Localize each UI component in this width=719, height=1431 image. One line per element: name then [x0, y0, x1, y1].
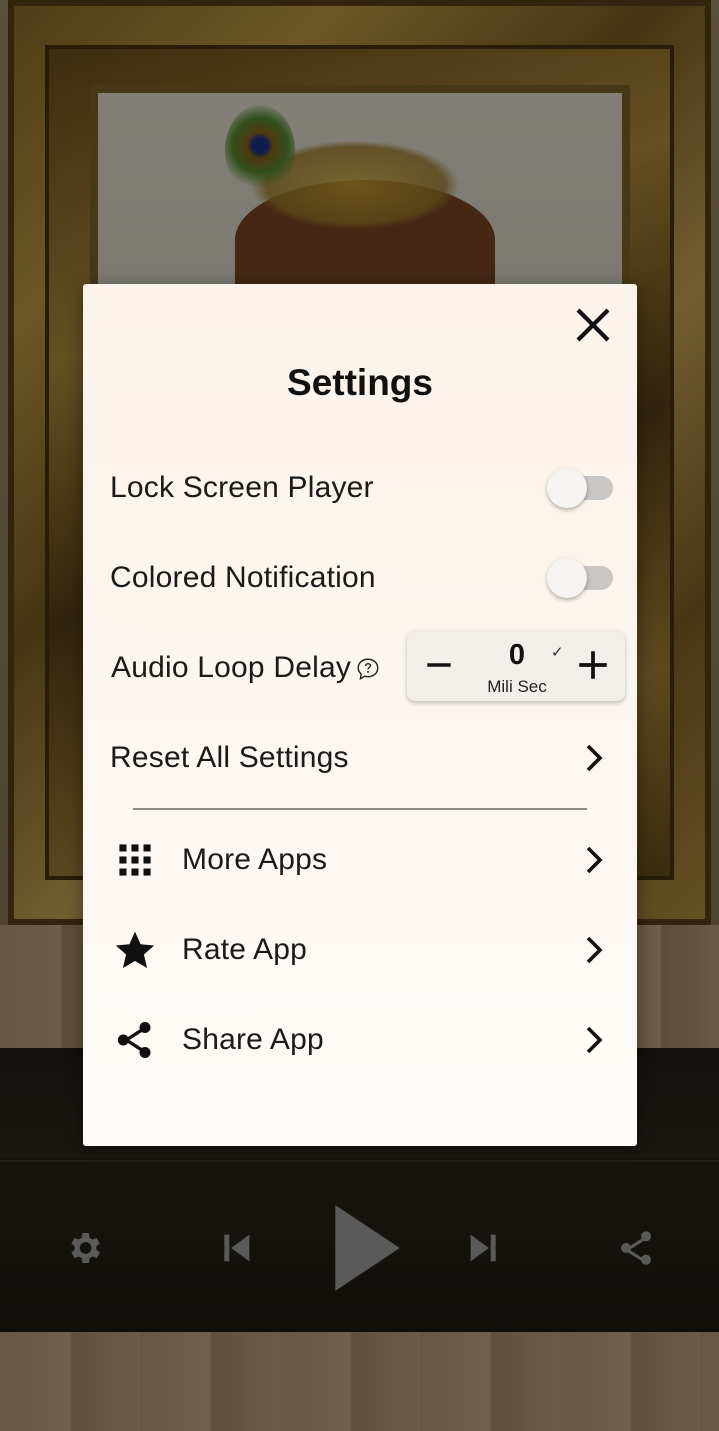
- increment-button[interactable]: [571, 643, 615, 687]
- colored-notification-toggle[interactable]: [547, 558, 617, 598]
- delay-unit: Mili Sec: [487, 677, 547, 696]
- share-app-row[interactable]: Share App: [110, 1010, 610, 1070]
- colored-notification-label: Colored Notification: [110, 561, 376, 594]
- reset-all-settings-label: Reset All Settings: [110, 741, 349, 774]
- decrement-button[interactable]: [417, 643, 461, 687]
- rate-app-row[interactable]: Rate App: [110, 920, 610, 980]
- more-apps-label: More Apps: [182, 843, 328, 876]
- chevron-right-icon: [578, 840, 610, 880]
- audio-loop-delay-label: Audio Loop Delay: [111, 651, 352, 684]
- lock-screen-player-label: Lock Screen Player: [110, 471, 374, 504]
- rate-app-label: Rate App: [182, 933, 308, 966]
- star-icon: [114, 929, 156, 971]
- colored-notification-row: Colored Notification: [110, 548, 613, 608]
- chevron-right-icon: [578, 1020, 610, 1060]
- lock-screen-player-toggle[interactable]: [547, 468, 617, 508]
- chevron-right-icon: [578, 930, 610, 970]
- dialog-title: Settings: [287, 362, 433, 403]
- audio-loop-delay-stepper: 0 ✓ Mili Sec: [407, 631, 625, 701]
- close-icon[interactable]: [567, 302, 619, 348]
- reset-all-settings-row[interactable]: Reset All Settings: [110, 728, 610, 788]
- toggle-thumb: [547, 468, 587, 508]
- toggle-thumb: [547, 558, 587, 598]
- grid-icon: [114, 839, 156, 881]
- settings-dialog: Settings Lock Screen Player Colored Noti…: [83, 284, 637, 1146]
- divider: [133, 808, 587, 810]
- chevron-right-icon: [578, 738, 610, 778]
- share-icon: [114, 1019, 156, 1061]
- more-apps-row[interactable]: More Apps: [110, 830, 610, 890]
- lock-screen-player-row: Lock Screen Player: [110, 458, 613, 518]
- help-bubble-icon[interactable]: [355, 656, 381, 682]
- check-icon: ✓: [551, 644, 564, 661]
- share-app-label: Share App: [182, 1023, 324, 1056]
